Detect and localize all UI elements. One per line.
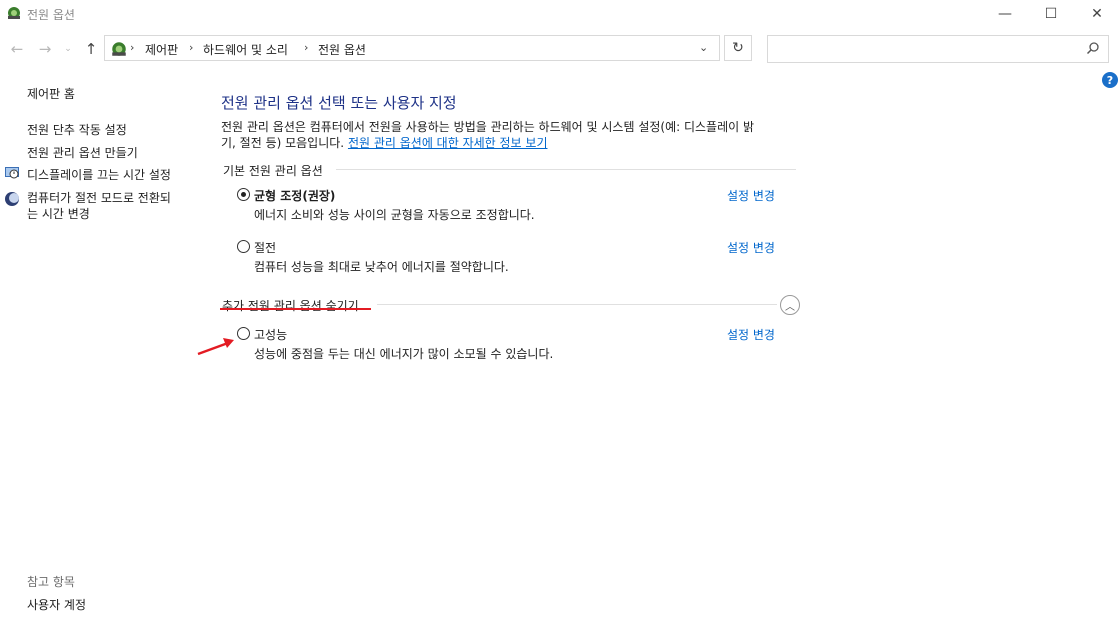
address-dropdown-icon[interactable]: ⌄: [699, 41, 708, 54]
search-icon: [1086, 42, 1099, 55]
sidebar-item-display-off[interactable]: 디스플레이를 끄는 시간 설정: [27, 166, 171, 183]
group-divider: [377, 304, 777, 305]
intro-line-1: 전원 관리 옵션은 컴퓨터에서 전원을 사용하는 방법을 관리하는 하드웨어 및…: [221, 120, 755, 134]
breadcrumb-hardware-sound[interactable]: 하드웨어 및 소리: [203, 41, 288, 58]
power-options-app-icon: [8, 7, 20, 19]
sidebar-item-user-accounts[interactable]: 사용자 계정: [27, 596, 86, 613]
help-icon[interactable]: ?: [1102, 72, 1118, 88]
plan-name-high-performance[interactable]: 고성능: [254, 326, 287, 343]
sidebar-item-power-buttons[interactable]: 전원 단추 작동 설정: [27, 121, 127, 138]
power-options-address-icon: [112, 42, 126, 56]
page-title: 전원 관리 옵션 선택 또는 사용자 지정: [221, 94, 457, 112]
sleep-link-line-2: 는 시간 변경: [27, 207, 90, 221]
intro-line-2: 기, 절전 등) 모음입니다.: [221, 136, 345, 150]
recent-locations-button[interactable]: ⌄: [62, 39, 74, 59]
up-button[interactable]: ↑: [82, 39, 100, 59]
breadcrumb-separator: ›: [130, 41, 135, 54]
sleep-link-line-1: 컴퓨터가 절전 모드로 전환되: [27, 191, 171, 205]
breadcrumb-control-panel[interactable]: 제어판: [145, 41, 178, 58]
breadcrumb-separator[interactable]: ›: [304, 41, 308, 54]
plan-name-balanced[interactable]: 균형 조정(권장): [254, 187, 335, 204]
basic-plans-group-title: 기본 전원 관리 옵션: [223, 164, 323, 178]
refresh-button[interactable]: ↻: [724, 35, 752, 61]
change-settings-link-balanced[interactable]: 설정 변경: [727, 187, 775, 204]
forward-button[interactable]: →: [36, 39, 54, 59]
search-input[interactable]: [767, 35, 1109, 63]
group-divider: [336, 169, 796, 170]
change-settings-link-power-saver[interactable]: 설정 변경: [727, 239, 775, 256]
change-settings-link-high-performance[interactable]: 설정 변경: [727, 326, 775, 343]
sidebar-item-create-plan[interactable]: 전원 관리 옵션 만들기: [27, 144, 138, 161]
address-bar[interactable]: › 제어판 › 하드웨어 및 소리 › 전원 옵션 ⌄: [104, 35, 720, 61]
annotation-underline: [220, 308, 371, 310]
collapse-chevron-icon[interactable]: ︿: [780, 295, 800, 315]
more-info-link[interactable]: 전원 관리 옵션에 대한 자세한 정보 보기: [348, 136, 548, 150]
sleep-moon-icon: [5, 192, 19, 206]
display-clock-icon: [5, 167, 19, 179]
see-also-heading: 참고 항목: [27, 575, 75, 589]
plan-radio-balanced[interactable]: [237, 188, 250, 201]
plan-radio-high-performance[interactable]: [237, 327, 250, 340]
plan-desc-high-performance: 성능에 중점을 두는 대신 에너지가 많이 소모될 수 있습니다.: [254, 347, 554, 361]
window-title: 전원 옵션: [27, 8, 75, 22]
sidebar-control-panel-home[interactable]: 제어판 홈: [27, 85, 75, 102]
minimize-button[interactable]: —: [982, 0, 1028, 28]
plan-radio-power-saver[interactable]: [237, 240, 250, 253]
back-button[interactable]: ←: [8, 39, 26, 59]
breadcrumb-separator[interactable]: ›: [189, 41, 193, 54]
intro-text: 전원 관리 옵션은 컴퓨터에서 전원을 사용하는 방법을 관리하는 하드웨어 및…: [221, 119, 801, 151]
extra-plans-toggle[interactable]: 추가 전원 관리 옵션 숨기기: [222, 297, 359, 314]
close-button[interactable]: ✕: [1074, 0, 1120, 28]
breadcrumb-power-options[interactable]: 전원 옵션: [318, 41, 366, 58]
plan-desc-power-saver: 컴퓨터 성능을 최대로 낮추어 에너지를 절약합니다.: [254, 260, 509, 274]
annotation-arrow-icon: [197, 338, 234, 356]
maximize-button[interactable]: ☐: [1028, 0, 1074, 28]
plan-desc-balanced: 에너지 소비와 성능 사이의 균형을 자동으로 조정합니다.: [254, 208, 535, 222]
plan-name-power-saver[interactable]: 절전: [254, 239, 276, 256]
sidebar-item-sleep-time[interactable]: 컴퓨터가 절전 모드로 전환되 는 시간 변경: [27, 190, 171, 222]
